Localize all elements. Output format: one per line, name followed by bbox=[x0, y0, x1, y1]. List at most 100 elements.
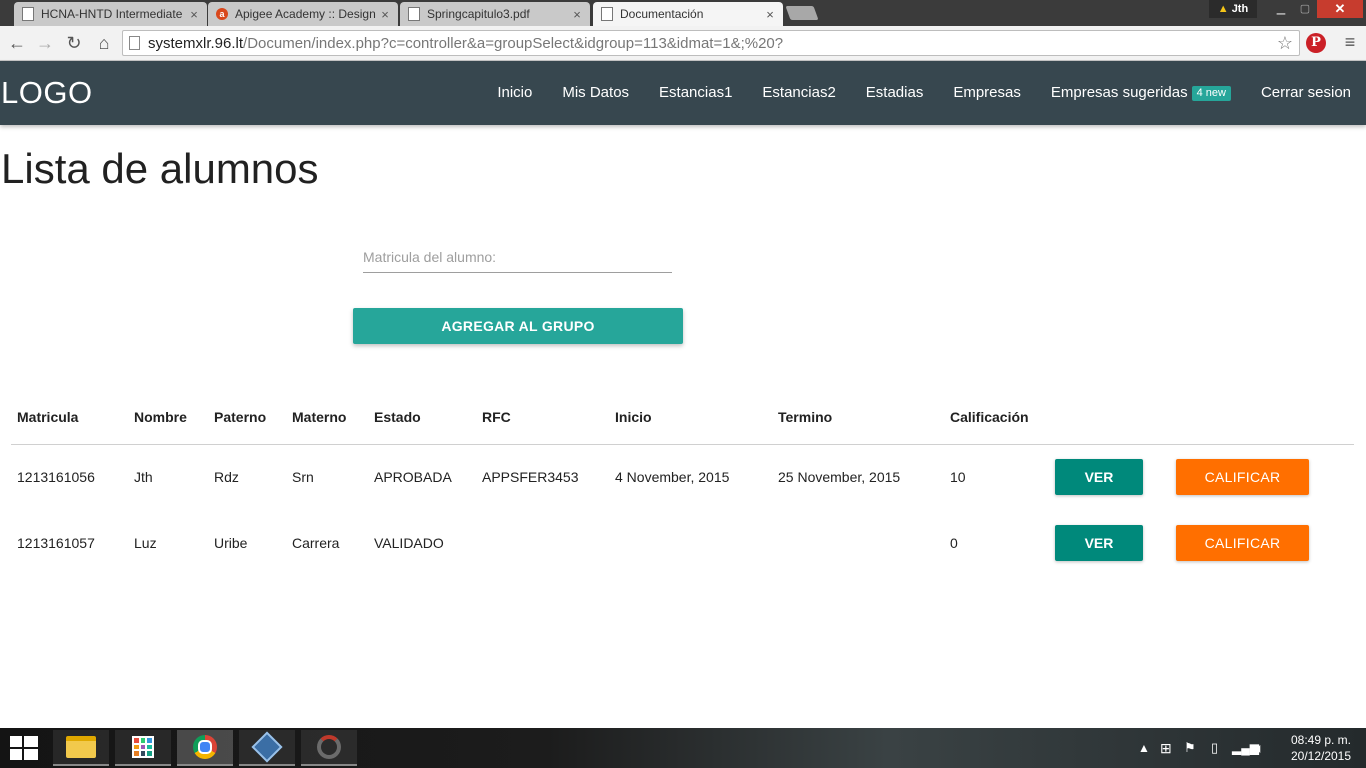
nav-cerrar-sesion[interactable]: Cerrar sesion bbox=[1246, 61, 1366, 125]
ver-button[interactable]: VER bbox=[1055, 459, 1143, 496]
forward-arrow-icon[interactable]: → bbox=[33, 30, 57, 56]
tab-label: Springcapitulo3.pdf bbox=[427, 7, 530, 21]
add-to-group-button[interactable]: AGREGAR AL GRUPO bbox=[353, 308, 683, 344]
store-icon bbox=[132, 736, 154, 758]
calificar-button[interactable]: CALIFICAR bbox=[1176, 525, 1309, 561]
maximize-icon[interactable]: ▢ bbox=[1294, 0, 1316, 18]
nav-mis-datos[interactable]: Mis Datos bbox=[547, 61, 644, 125]
system-clock[interactable]: 08:49 p. m. 20/12/2015 bbox=[1282, 732, 1360, 764]
cell-calificacion: 0 bbox=[950, 535, 958, 551]
column-header-calificacion: Calificación bbox=[944, 391, 1049, 445]
column-header-nombre: Nombre bbox=[128, 391, 208, 445]
nav-empresas-sugeridas-label: Empresas sugeridas bbox=[1050, 84, 1188, 101]
page-title: Lista de alumnos bbox=[1, 145, 319, 192]
action-center-flag-icon[interactable]: ⚑ bbox=[1184, 728, 1196, 768]
app-navbar: LOGO Inicio Mis Datos Estancias1 Estanci… bbox=[0, 61, 1366, 125]
taskbar-file-explorer[interactable] bbox=[53, 730, 109, 766]
network-windows-icon[interactable]: ⊞ bbox=[1160, 728, 1172, 768]
nav-empresas-sugeridas[interactable]: Empresas sugeridas 4 new bbox=[1036, 61, 1246, 125]
page-icon bbox=[601, 7, 613, 21]
nav-estancias2[interactable]: Estancias2 bbox=[747, 61, 850, 125]
page-icon bbox=[22, 7, 34, 21]
nav-inicio[interactable]: Inicio bbox=[482, 61, 547, 125]
tab-label: Documentación bbox=[620, 7, 704, 21]
cell-rfc bbox=[476, 510, 609, 576]
matricula-input[interactable] bbox=[363, 226, 672, 273]
cell-calificacion: 10 bbox=[950, 469, 966, 486]
taskbar-virtualbox[interactable] bbox=[239, 730, 295, 766]
url-host: systemxlr.96.lt bbox=[148, 34, 244, 52]
browser-toolbar: ← → ↻ ⌂ systemxlr.96.lt/Documen/index.ph… bbox=[0, 26, 1366, 61]
clock-date: 20/12/2015 bbox=[1290, 749, 1352, 763]
cell-estado: VALIDADO bbox=[374, 535, 444, 551]
show-hidden-icons-icon[interactable]: ▲ bbox=[1138, 728, 1150, 768]
cell-rfc: APPSFER3453 bbox=[482, 469, 579, 486]
nav-estancias1[interactable]: Estancias1 bbox=[644, 61, 747, 125]
calificar-button[interactable]: CALIFICAR bbox=[1176, 459, 1309, 496]
taskbar-app[interactable] bbox=[301, 730, 357, 766]
column-header-inicio: Inicio bbox=[609, 391, 772, 445]
signal-icon[interactable]: ▂▄▆ bbox=[1232, 728, 1259, 768]
back-arrow-icon[interactable]: ← bbox=[5, 30, 29, 56]
reload-icon[interactable]: ↻ bbox=[62, 30, 86, 56]
tab-close-icon[interactable]: × bbox=[378, 7, 392, 22]
chrome-menu-icon[interactable]: ≡ bbox=[1340, 32, 1360, 54]
column-header-rfc: RFC bbox=[476, 391, 609, 445]
warning-icon: ▲ bbox=[1217, 3, 1229, 15]
bookmark-star-icon[interactable]: ☆ bbox=[1277, 33, 1293, 54]
profile-button[interactable]: ▲ Jth bbox=[1209, 0, 1257, 18]
new-tab-button[interactable] bbox=[785, 6, 819, 20]
page-icon bbox=[408, 7, 420, 21]
taskbar-chrome[interactable] bbox=[177, 730, 233, 766]
address-bar[interactable]: systemxlr.96.lt/Documen/index.php?c=cont… bbox=[122, 30, 1300, 56]
tab-apigee[interactable]: a Apigee Academy :: Design × bbox=[208, 2, 398, 26]
home-icon[interactable]: ⌂ bbox=[92, 30, 116, 56]
table-header-row: Matricula Nombre Paterno Materno Estado … bbox=[11, 391, 1354, 445]
tab-hcna[interactable]: HCNA-HNTD Intermediate × bbox=[14, 2, 207, 26]
tab-documentacion[interactable]: Documentación × bbox=[593, 2, 783, 26]
column-header-paterno: Paterno bbox=[208, 391, 286, 445]
url-path: /Documen/index.php?c=controller&a=groupS… bbox=[243, 34, 784, 52]
cell-calificar: CALIFICAR bbox=[1170, 510, 1354, 576]
folder-icon bbox=[66, 736, 96, 758]
tab-label: Apigee Academy :: Design bbox=[235, 7, 376, 21]
logo[interactable]: LOGO bbox=[1, 75, 93, 111]
browser-tab-strip: HCNA-HNTD Intermediate × a Apigee Academ… bbox=[0, 0, 1366, 26]
minimize-icon[interactable]: ▁ bbox=[1268, 0, 1294, 18]
cell-paterno: Rdz bbox=[214, 469, 239, 486]
column-header-materno: Materno bbox=[286, 391, 368, 445]
app-loader-icon bbox=[317, 735, 341, 759]
cell-termino: 25 November, 2015 bbox=[778, 469, 901, 486]
table-row: 1213161057 Luz Uribe Carrera VALIDADO 0 … bbox=[11, 510, 1354, 576]
cell-termino bbox=[772, 510, 944, 576]
taskbar-store[interactable] bbox=[115, 730, 171, 766]
cell-ver: VER bbox=[1049, 510, 1170, 576]
chrome-icon bbox=[193, 735, 217, 759]
column-header-ver bbox=[1049, 391, 1170, 445]
cell-estado: APROBADA bbox=[374, 469, 452, 486]
tab-close-icon[interactable]: × bbox=[187, 7, 201, 22]
tab-close-icon[interactable]: × bbox=[570, 7, 584, 22]
nav-empresas[interactable]: Empresas bbox=[938, 61, 1036, 125]
cell-materno: Carrera bbox=[292, 535, 340, 551]
windows-taskbar: ▲ ⊞ ⚑ ▯ ▂▄▆ 🔈︎ 08:49 p. m. 20/12/2015 bbox=[0, 728, 1366, 768]
profile-name: Jth bbox=[1231, 3, 1249, 15]
new-count-badge: 4 new bbox=[1191, 86, 1231, 101]
volume-icon[interactable]: 🔈︎ bbox=[1256, 728, 1264, 768]
cell-nombre: Jth bbox=[134, 469, 153, 486]
cell-inicio bbox=[609, 510, 772, 576]
ver-button[interactable]: VER bbox=[1055, 525, 1143, 561]
cell-matricula: 1213161056 bbox=[17, 469, 95, 486]
windows-start-icon[interactable] bbox=[10, 736, 38, 760]
cell-matricula: 1213161057 bbox=[17, 535, 95, 551]
battery-icon[interactable]: ▯ bbox=[1211, 728, 1218, 768]
cell-inicio: 4 November, 2015 bbox=[615, 469, 730, 486]
pinterest-icon[interactable]: P bbox=[1306, 33, 1326, 53]
tab-springcapitulo[interactable]: Springcapitulo3.pdf × bbox=[400, 2, 590, 26]
tab-label: HCNA-HNTD Intermediate bbox=[41, 7, 183, 21]
virtualbox-icon bbox=[251, 731, 283, 763]
nav-estadias[interactable]: Estadias bbox=[851, 61, 939, 125]
tab-close-icon[interactable]: × bbox=[763, 7, 777, 22]
cell-materno: Srn bbox=[292, 469, 314, 486]
window-close-icon[interactable]: ✕ bbox=[1317, 0, 1363, 18]
